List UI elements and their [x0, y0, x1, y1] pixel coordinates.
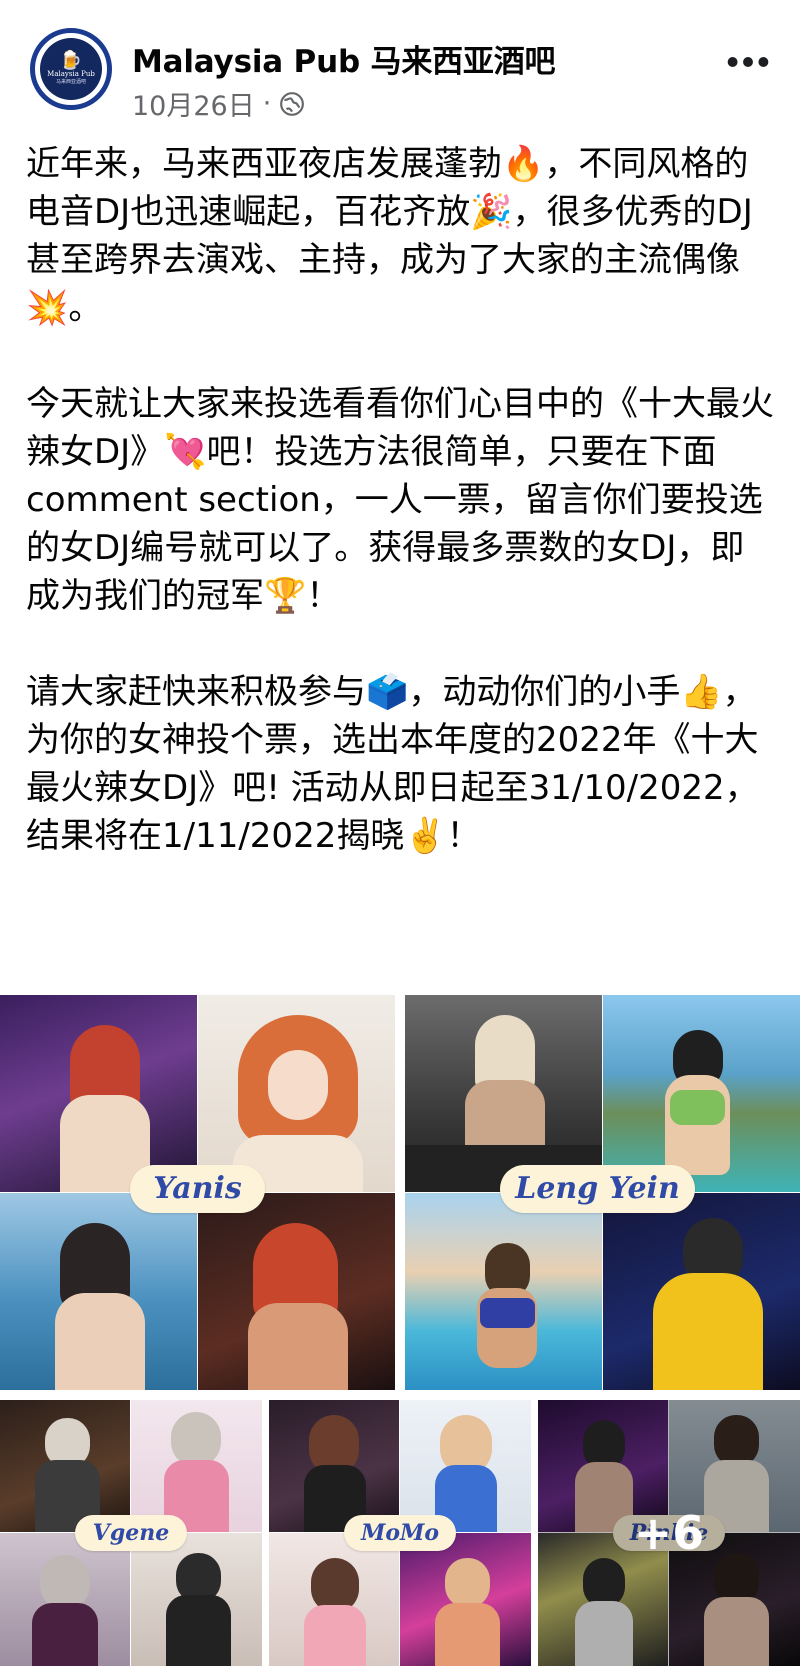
dj-name-label: MoMo	[344, 1515, 456, 1551]
person-figure	[268, 1050, 328, 1120]
photo-cell	[400, 1400, 531, 1532]
photo-grid: Yanis Leng Yein Vgene MoMo Pinkie +6	[0, 995, 800, 1671]
person-figure	[32, 1603, 98, 1666]
photo-cell	[400, 1533, 531, 1666]
photo-cell	[131, 1533, 262, 1666]
dj-name-label: Leng Yein	[500, 1165, 695, 1213]
photo-cell	[269, 1533, 399, 1666]
photo-cell	[198, 1193, 395, 1390]
avatar-logo: 🍺 Malaysia Pub 马来西亚酒吧	[40, 38, 102, 100]
person-figure	[248, 1303, 348, 1390]
person-figure	[166, 1595, 231, 1666]
person-figure	[171, 1412, 221, 1467]
post-date-link[interactable]: 10月26日	[132, 84, 255, 123]
page-name-link[interactable]: Malaysia Pub 马来西亚酒吧	[132, 36, 556, 81]
dj-name-label: Vgene	[75, 1515, 187, 1551]
dj-name-label: Yanis	[130, 1165, 265, 1213]
post-text: 近年来，马来西亚夜店发展蓬勃🔥，不同风格的电音DJ也迅速崛起，百花齐放🎉，很多优…	[26, 140, 776, 860]
post-paragraph: 近年来，马来西亚夜店发展蓬勃🔥，不同风格的电音DJ也迅速崛起，百花齐放🎉，很多优…	[26, 144, 753, 328]
person-figure	[55, 1293, 145, 1390]
person-figure	[670, 1090, 725, 1125]
photo-cell	[198, 995, 395, 1192]
photo-cell	[0, 1193, 197, 1390]
beer-mug-icon: 🍺	[59, 50, 83, 71]
avatar[interactable]: 🍺 Malaysia Pub 马来西亚酒吧	[30, 28, 112, 110]
photo-cell	[0, 1400, 130, 1532]
post-header: 🍺 Malaysia Pub 马来西亚酒吧 Malaysia Pub 马来西亚酒…	[30, 28, 770, 124]
more-photos-count: +6	[633, 1506, 705, 1560]
person-figure	[40, 1555, 90, 1610]
photo-cell	[269, 1400, 399, 1532]
photo-leng-yein[interactable]: Leng Yein	[405, 995, 800, 1390]
more-photos-overlay[interactable]: +6	[538, 1400, 800, 1666]
photo-cell	[131, 1400, 262, 1532]
more-horizontal-icon[interactable]	[726, 38, 770, 78]
photo-momo[interactable]: MoMo	[269, 1400, 531, 1666]
photo-cell	[0, 1533, 130, 1666]
person-figure	[435, 1603, 500, 1666]
photo-cell	[603, 995, 800, 1192]
post-meta: 10月26日 ·	[132, 84, 305, 123]
photo-yanis[interactable]: Yanis	[0, 995, 395, 1390]
photo-pinkie[interactable]: Pinkie +6	[538, 1400, 800, 1666]
person-figure	[304, 1605, 366, 1666]
avatar-brand-text: Malaysia Pub	[47, 70, 95, 78]
person-figure	[480, 1298, 535, 1328]
photo-cell	[405, 1193, 602, 1390]
photo-cell	[0, 995, 197, 1192]
post-paragraph: 请大家赶快来积极参与🗳️，动动你们的小手👍，为你的女神投个票，选出本年度的202…	[26, 672, 759, 856]
meta-separator: ·	[262, 88, 272, 119]
photo-cell	[603, 1193, 800, 1390]
photo-vgene[interactable]: Vgene	[0, 1400, 262, 1666]
globe-icon[interactable]	[279, 91, 305, 117]
person-figure	[445, 1558, 490, 1608]
post-paragraph: 今天就让大家来投选看看你们心目中的《十大最火辣女DJ》💘吧！投选方法很简单，只要…	[26, 384, 774, 616]
person-figure	[653, 1273, 763, 1390]
avatar-sub-text: 马来西亚酒吧	[55, 79, 86, 85]
photo-cell	[405, 995, 602, 1192]
